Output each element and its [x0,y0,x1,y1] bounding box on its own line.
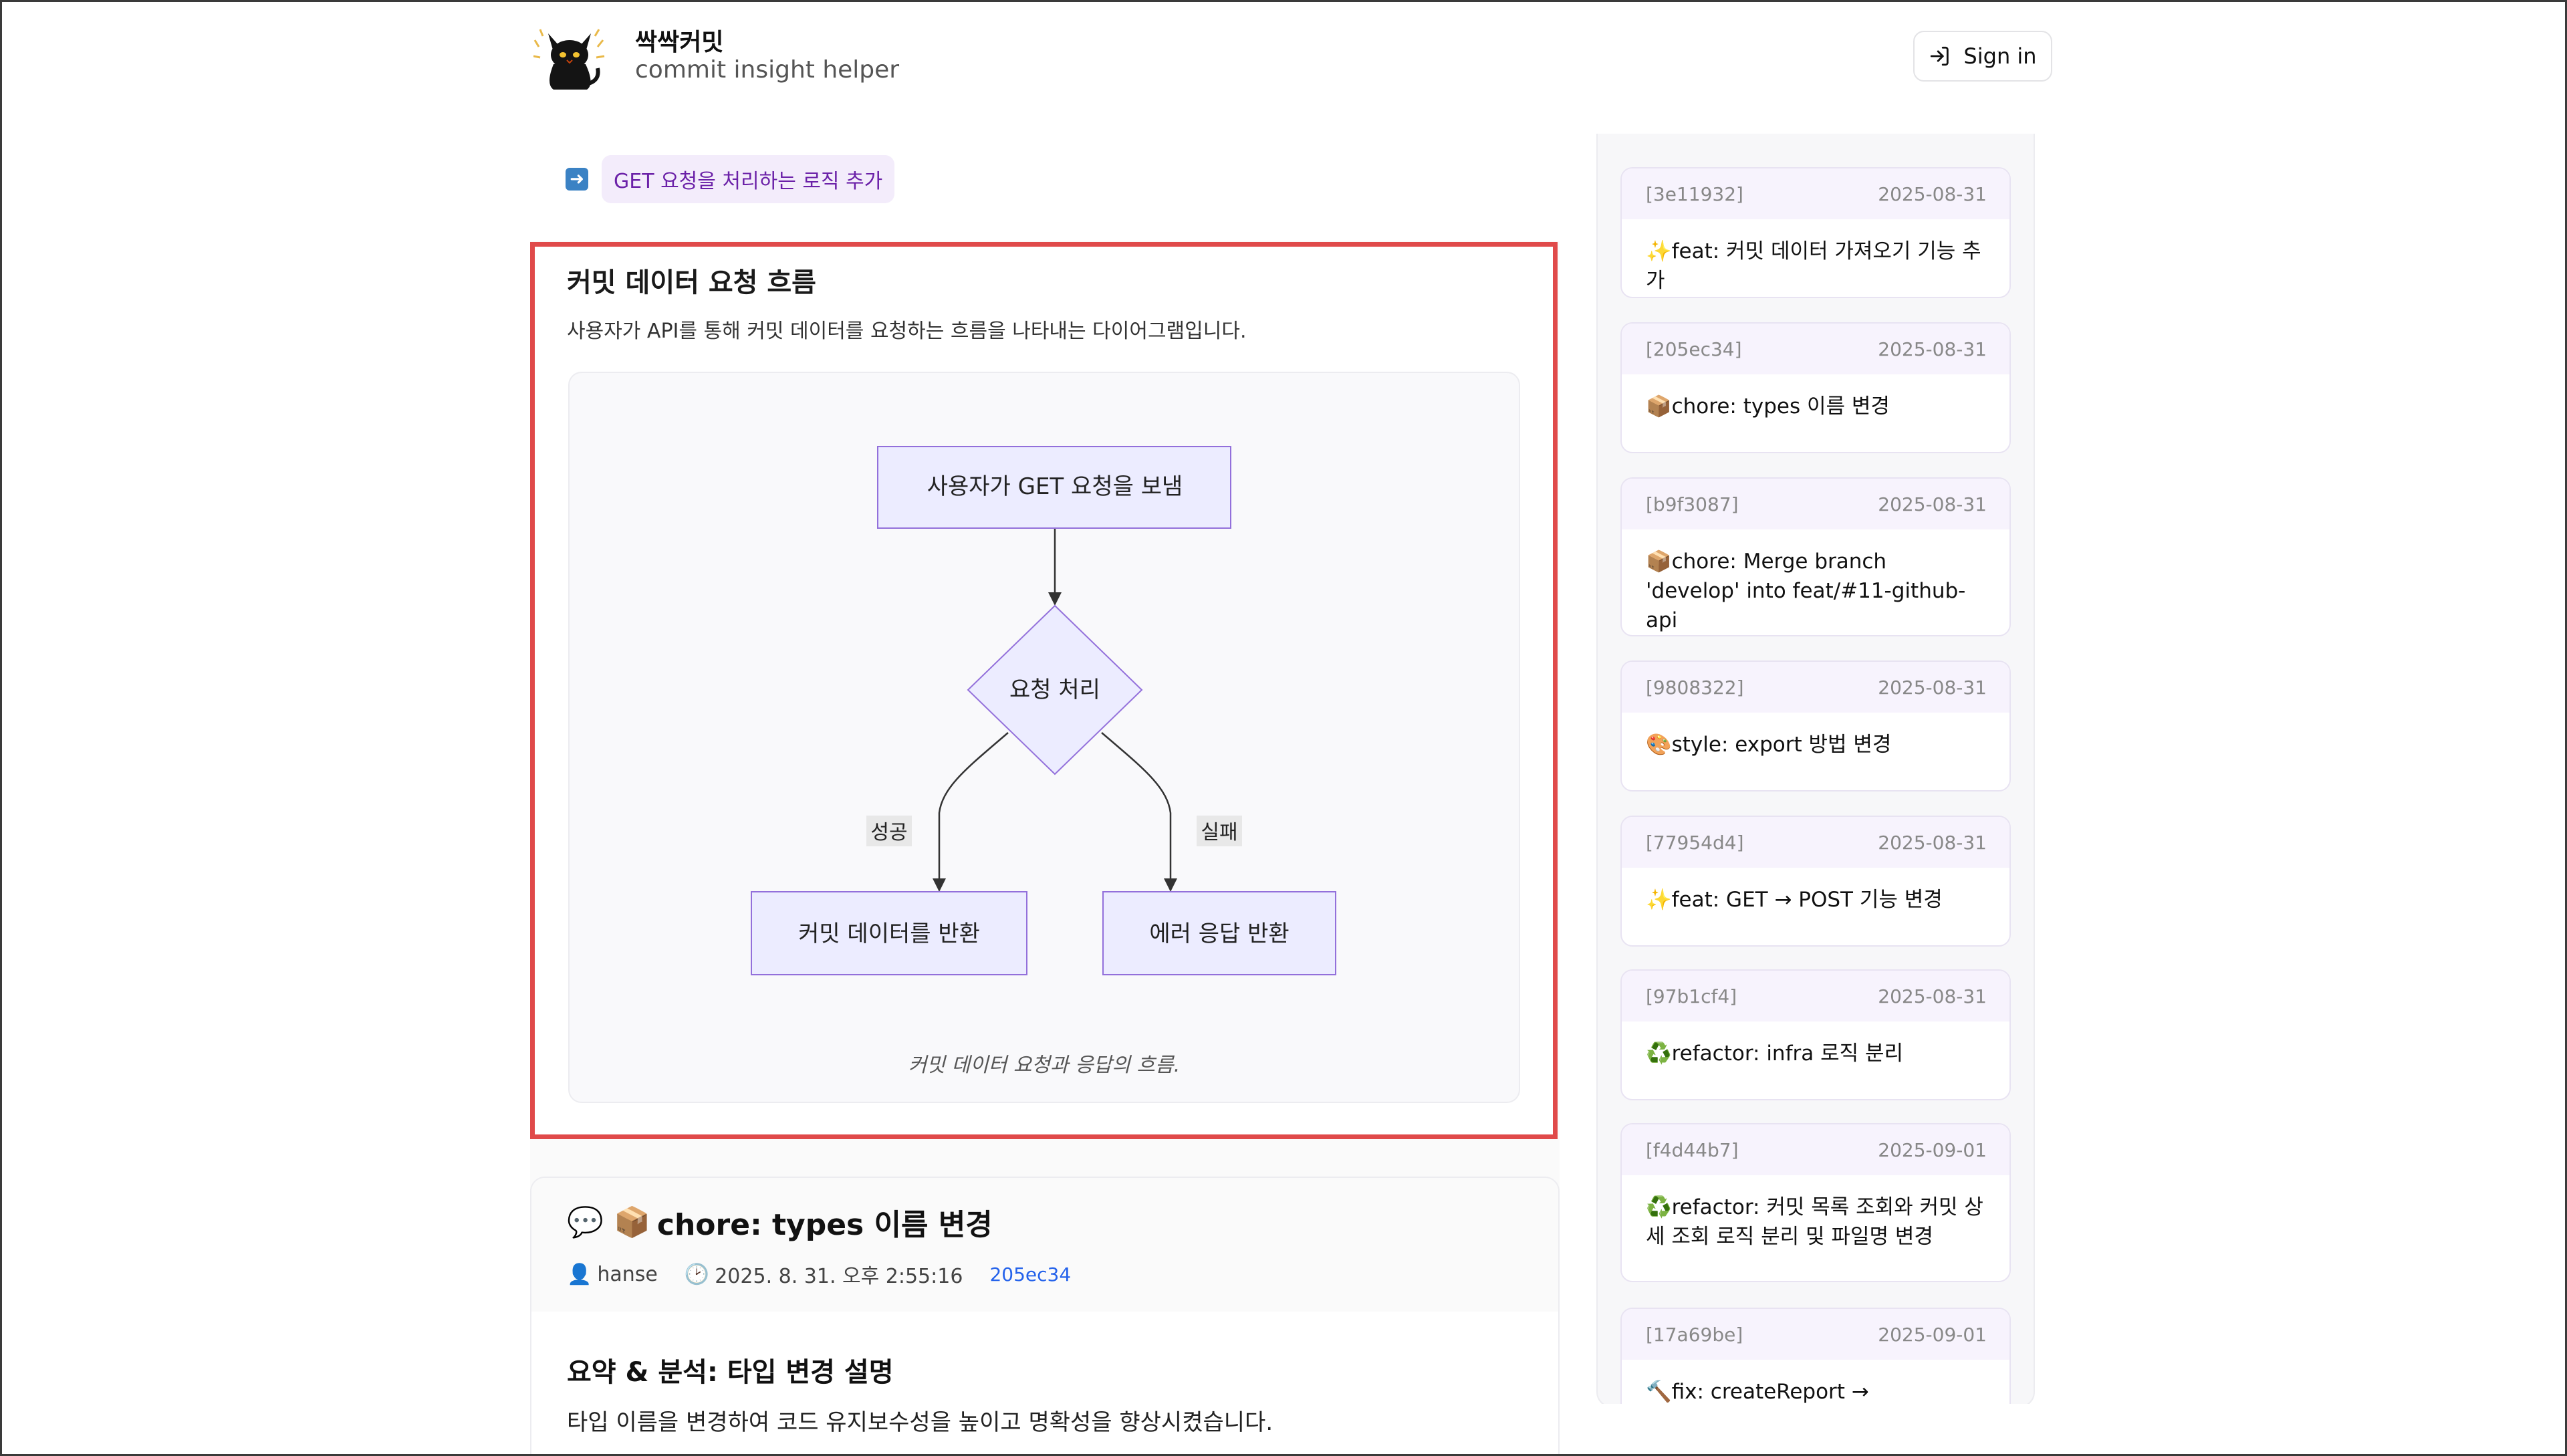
commit-item-hash: [77954d4] [1646,831,1744,854]
commit-item-message: chore: types 이름 변경 [1671,394,1890,418]
commit-title-icons: 💬 📦 [567,1205,650,1239]
sign-in-label: Sign in [1963,43,2037,69]
commit-title-text: chore: types 이름 변경 [656,1208,993,1242]
commit-item-hash: [f4d44b7] [1646,1138,1739,1161]
cat-logo-icon[interactable] [533,20,607,94]
commit-item-hash: [3e11932] [1646,183,1743,205]
commit-item-message: feat: GET → POST 기능 변경 [1671,888,1943,912]
commit-item-emoji: ✨ [1646,239,1672,263]
commit-item-message: style: export 방법 변경 [1671,733,1892,757]
commit-item-emoji: ♻️ [1646,1042,1672,1066]
commit-item-hash: [9808322] [1646,676,1744,699]
commit-title[interactable]: 💬 📦 chore: types 이름 변경 [567,1201,993,1243]
commit-item-date: 2025-08-31 [1878,985,1987,1007]
commit-item-emoji: 🎨 [1646,733,1672,757]
commit-meta: 👤 hanse 🕑 2025. 8. 31. 오후 2:55:16 205ec3… [567,1259,1071,1289]
commit-item-emoji: 🔨 [1646,1380,1672,1404]
commit-item-date: 2025-08-31 [1878,338,1987,360]
failure-edge-label: 실패 [1201,821,1237,844]
commit-datetime-text: 2025. 8. 31. 오후 2:55:16 [715,1265,963,1288]
diagram-caption: 커밋 데이터 요청과 응답의 흐름. [908,1054,1181,1077]
commit-item-hash: [97b1cf4] [1646,985,1737,1007]
clock-icon: 🕑 [684,1262,710,1286]
commit-item-date: 2025-08-31 [1878,493,1987,515]
start-node-label: 사용자가 GET 요청을 보냄 [927,473,1183,500]
failure-node-label: 에러 응답 반환 [1149,921,1289,947]
commit-item-message: refactor: 커밋 목록 조회와 커밋 상세 조회 로직 분리 및 파일명… [1646,1195,1983,1249]
sign-in-button[interactable]: Sign in [1913,31,2052,82]
commit-datetime: 🕑 2025. 8. 31. 오후 2:55:16 [685,1259,963,1289]
success-node-label: 커밋 데이터를 반환 [798,921,980,947]
brand-subtitle: commit insight helper [635,56,900,84]
commit-item-date: 2025-09-01 [1878,1323,1987,1346]
sidebar-commit-item[interactable]: [77954d4] 2025-08-31 ✨feat: GET → POST 기능… [1620,816,2011,947]
commit-item-message: chore: Merge branch 'develop' into feat/… [1646,550,1966,632]
brand-name[interactable]: 싹싹커밋 [635,23,723,57]
sign-in-icon [1931,46,1949,66]
commit-item-emoji: 📦 [1646,394,1672,418]
commit-item-emoji: ✨ [1646,888,1672,912]
arrow-right-icon: ➜ [566,168,588,191]
success-edge-label: 성공 [870,821,907,844]
commit-author-name: hanse [597,1262,658,1286]
change-tag-label: GET 요청을 처리하는 로직 추가 [602,155,895,203]
commit-item-message: refactor: infra 로직 분리 [1671,1042,1904,1066]
commit-card-header [531,1178,1558,1312]
commit-item-hash: [b9f3087] [1646,493,1739,515]
decision-node-label: 요청 처리 [1009,677,1100,703]
commit-item-emoji: ♻️ [1646,1195,1672,1219]
commit-item-date: 2025-08-31 [1878,676,1987,699]
sidebar-commit-item[interactable]: [f4d44b7] 2025-09-01 ♻️refactor: 커밋 목록 조회… [1620,1123,2011,1282]
sidebar-scroll-edge [1596,1404,2035,1456]
commit-item-date: 2025-08-31 [1878,831,1987,854]
commit-item-date: 2025-08-31 [1878,183,1987,205]
change-tag: ➜ GET 요청을 처리하는 로직 추가 [566,155,895,203]
commit-item-emoji: 📦 [1646,550,1672,574]
sidebar-commit-item[interactable]: [9808322] 2025-08-31 🎨style: export 방법 변경 [1620,660,2011,792]
edge-success [933,732,1009,892]
commit-item-message: fix: createReport → [1671,1380,1869,1404]
sidebar-commit-item[interactable]: [205ec34] 2025-08-31 📦chore: types 이름 변경 [1620,322,2011,453]
commit-author: 👤 hanse [567,1263,658,1286]
flowchart-diagram: 사용자가 GET 요청을 보냄 요청 처리 성공 실패 커밋 데이터를 반환 에… [751,446,1336,975]
diagram-section-description: 사용자가 API를 통해 커밋 데이터를 요청하는 흐름을 나타내는 다이어그램… [567,320,1247,343]
sidebar-commit-item[interactable]: [b9f3087] 2025-08-31 📦chore: Merge branch… [1620,477,2011,636]
commit-item-hash: [205ec34] [1646,338,1742,360]
summary-text: 타입 이름을 변경하여 코드 유지보수성을 높이고 명확성을 향상시켰습니다. [567,1409,1273,1436]
sidebar-commit-item[interactable]: [97b1cf4] 2025-08-31 ♻️refactor: infra 로직… [1620,969,2011,1100]
commit-item-date: 2025-09-01 [1878,1138,1987,1161]
diagram-section-title: 커밋 데이터 요청 흐름 [567,267,816,298]
commit-item-message: feat: 커밋 데이터 가져오기 기능 추가 [1646,239,1981,293]
commit-hash-link[interactable]: 205ec34 [989,1263,1071,1286]
edge-failure [1101,732,1177,892]
commit-item-hash: [17a69be] [1646,1323,1743,1346]
sidebar-commit-item[interactable]: [3e11932] 2025-08-31 ✨feat: 커밋 데이터 가져오기 기… [1620,167,2011,298]
user-icon: 👤 [567,1262,592,1286]
summary-title: 요약 & 분석: 타입 변경 설명 [567,1357,894,1388]
